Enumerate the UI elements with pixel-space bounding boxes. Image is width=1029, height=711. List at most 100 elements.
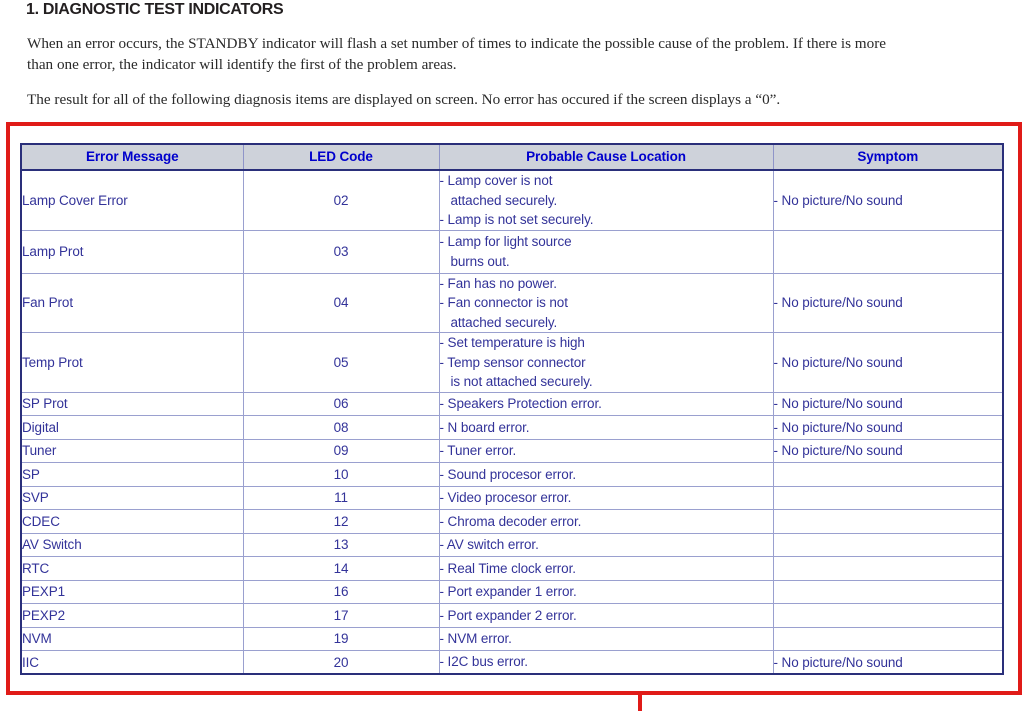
cause-line: burns out. — [439, 253, 510, 269]
table-row: PEXP2 17- Port expander 2 error. — [21, 603, 1003, 628]
cause-line: - AV switch error. — [439, 537, 539, 552]
table-header-row: Error Message LED Code Probable Cause Lo… — [21, 144, 1003, 171]
cell-led-code: 04 — [243, 273, 440, 333]
cell-probable-cause: - Port expander 1 error. — [439, 580, 774, 604]
table-row: Temp Prot 05- Set temperature is high - Te… — [21, 332, 1003, 393]
cell-probable-cause: - Lamp cover is not attached securely. - … — [439, 170, 774, 231]
cell-led-code: 08 — [243, 415, 440, 440]
table-row: SVP 11- Video procesor error. — [21, 486, 1003, 510]
cause-line: - Speakers Protection error. — [439, 396, 602, 411]
cell-error-message: Fan Prot — [21, 273, 244, 333]
red-annotation-pointer — [638, 693, 642, 711]
cell-error-message: SP Prot — [21, 392, 244, 416]
cell-error-message: RTC — [21, 556, 244, 581]
cell-error-message: PEXP2 — [21, 603, 244, 628]
cell-probable-cause: - Sound procesor error. — [439, 462, 774, 487]
cell-symptom — [773, 603, 1003, 628]
table-row: Digital 08- N board error. - No picture/No… — [21, 415, 1003, 440]
page-title: 1. DIAGNOSTIC TEST INDICATORS — [26, 1, 284, 18]
cell-probable-cause: - Video procesor error. — [439, 486, 774, 510]
cell-error-message: CDEC — [21, 509, 244, 534]
cell-error-message: Digital — [21, 415, 244, 440]
table-body: Lamp Cover Error 02- Lamp cover is not at… — [21, 170, 1003, 675]
cell-led-code: 12 — [243, 509, 440, 534]
cell-led-code: 11 — [243, 486, 440, 510]
cell-led-code: 03 — [243, 230, 440, 274]
cause-line: - Port expander 2 error. — [439, 607, 577, 623]
table-row: Fan Prot 04- Fan has no power. - Fan conne… — [21, 273, 1003, 333]
column-header-led-code: LED Code — [243, 144, 440, 171]
cause-line: - N board error. — [439, 419, 530, 435]
cell-error-message: NVM — [21, 627, 244, 651]
cell-led-code: 14 — [243, 556, 440, 581]
cause-line: attached securely. — [439, 314, 558, 330]
cell-probable-cause: - Speakers Protection error. — [439, 392, 774, 416]
cell-symptom: - No picture/No sound — [773, 392, 1003, 416]
cell-symptom — [773, 627, 1003, 651]
cell-led-code: 13 — [243, 533, 440, 557]
cause-line: - NVM error. — [439, 631, 512, 646]
cell-symptom: - No picture/No sound — [773, 415, 1003, 440]
diagnostic-table-container: Error Message LED Code Probable Cause Lo… — [20, 143, 1004, 675]
cell-symptom: - No picture/No sound — [773, 273, 1003, 333]
cell-led-code: 16 — [243, 580, 440, 604]
cell-probable-cause: - Set temperature is high - Temp sensor c… — [439, 332, 774, 393]
table-row: NVM 19- NVM error. — [21, 627, 1003, 651]
cell-led-code: 02 — [243, 170, 440, 231]
cell-probable-cause: - AV switch error. — [439, 533, 774, 557]
cell-symptom — [773, 509, 1003, 534]
result-paragraph: The result for all of the following diag… — [27, 91, 781, 108]
table-row: PEXP1 16- Port expander 1 error. — [21, 580, 1003, 604]
cell-error-message: Temp Prot — [21, 332, 244, 393]
cell-led-code: 06 — [243, 392, 440, 416]
document-page: 1. DIAGNOSTIC TEST INDICATORS When an er… — [0, 0, 1029, 711]
cell-symptom — [773, 486, 1003, 510]
cause-line: - Lamp is not set securely. — [439, 212, 594, 227]
table-row: SP 10- Sound procesor error. — [21, 462, 1003, 487]
cell-led-code: 17 — [243, 603, 440, 628]
cell-probable-cause: - Tuner error. — [439, 439, 774, 463]
cell-led-code: 10 — [243, 462, 440, 487]
cell-error-message: AV Switch — [21, 533, 244, 557]
table-bottom-spacer — [20, 668, 1002, 688]
cause-line: - Video procesor error. — [439, 490, 572, 505]
column-header-symptom: Symptom — [773, 144, 1003, 171]
cause-line: - Temp sensor connector — [439, 354, 586, 370]
table-row: Lamp Cover Error 02- Lamp cover is not at… — [21, 170, 1003, 231]
cause-line: attached securely. — [439, 192, 558, 208]
cell-led-code: 05 — [243, 332, 440, 393]
cause-line: - Chroma decoder error. — [439, 513, 582, 529]
cell-error-message: SP — [21, 462, 244, 487]
cell-symptom: - No picture/No sound — [773, 439, 1003, 463]
cell-error-message: SVP — [21, 486, 244, 510]
column-header-error-message: Error Message — [21, 144, 244, 171]
cause-line: - Real Time clock error. — [439, 560, 576, 576]
diagnostic-indicator-table: Error Message LED Code Probable Cause Lo… — [20, 143, 1004, 675]
cause-line: - Lamp cover is not — [439, 173, 553, 188]
cell-probable-cause: - Fan has no power. - Fan connector is no… — [439, 273, 774, 333]
table-row: AV Switch 13- AV switch error. — [21, 533, 1003, 557]
cell-probable-cause: - Chroma decoder error. — [439, 509, 774, 534]
cell-error-message: PEXP1 — [21, 580, 244, 604]
table-row: CDEC 12- Chroma decoder error. — [21, 509, 1003, 534]
cell-led-code: 19 — [243, 627, 440, 651]
cell-symptom — [773, 462, 1003, 487]
cell-error-message: Lamp Prot — [21, 230, 244, 274]
cell-probable-cause: - Real Time clock error. — [439, 556, 774, 581]
cause-line: - Port expander 1 error. — [439, 584, 577, 599]
table-row: SP Prot 06- Speakers Protection error. - N… — [21, 392, 1003, 416]
table-row: Tuner 09- Tuner error. - No picture/No sou… — [21, 439, 1003, 463]
cause-line: is not attached securely. — [439, 374, 593, 389]
cause-line: - Sound procesor error. — [439, 466, 577, 482]
cell-symptom: - No picture/No sound — [773, 332, 1003, 393]
cause-line: - Tuner error. — [439, 443, 517, 458]
table-row: RTC 14- Real Time clock error. — [21, 556, 1003, 581]
cell-symptom: - No picture/No sound — [773, 170, 1003, 231]
cell-symptom — [773, 580, 1003, 604]
cell-probable-cause: - NVM error. — [439, 627, 774, 651]
table-row: Lamp Prot 03- Lamp for light source burns… — [21, 230, 1003, 274]
column-header-probable-cause: Probable Cause Location — [439, 144, 774, 171]
cell-error-message: Tuner — [21, 439, 244, 463]
cell-symptom — [773, 556, 1003, 581]
cause-line: - Fan connector is not — [439, 295, 568, 310]
